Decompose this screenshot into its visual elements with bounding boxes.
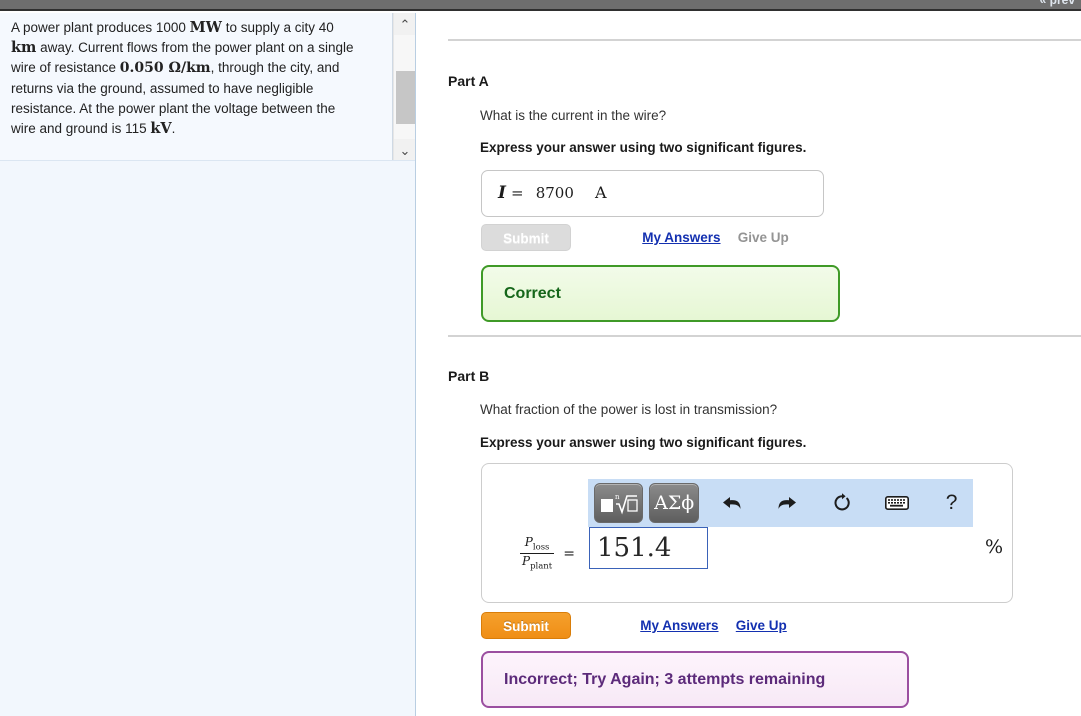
part-a-instruction: Express your answer using two significan…: [480, 140, 807, 155]
math-toolbar: n ΑΣϕ ?: [588, 479, 973, 527]
redo-button[interactable]: [766, 483, 809, 523]
undo-arrow-icon: [723, 497, 741, 509]
top-bar-segment: [0, 0, 1010, 9]
part-a-unit: A: [595, 183, 607, 202]
part-a-variable: I: [498, 183, 506, 203]
browser-top-bar: « prev: [0, 0, 1081, 11]
part-b-heading: Part B: [448, 368, 490, 384]
part-b-feedback-incorrect: Incorrect; Try Again; 3 attempts remaini…: [481, 651, 909, 708]
reset-button[interactable]: [821, 483, 864, 523]
part-a-give-up-link[interactable]: Give Up: [738, 230, 789, 245]
problem-segment-3: km: [11, 39, 37, 57]
part-a-value: 8700: [535, 184, 574, 202]
part-b-feedback-text: Incorrect; Try Again; 3 attempts remaini…: [504, 670, 826, 688]
part-b-divider: [448, 335, 1081, 337]
greek-symbols-label: ΑΣϕ: [654, 492, 695, 514]
fraction-denominator-var: P: [522, 554, 531, 569]
problem-segment-7: kV: [150, 120, 172, 138]
part-b-submit-button[interactable]: Submit: [481, 612, 571, 639]
part-a-heading: Part A: [448, 73, 489, 89]
part-b-instruction: Express your answer using two significan…: [480, 435, 807, 450]
svg-text:n: n: [615, 493, 620, 501]
undo-button[interactable]: [711, 483, 754, 523]
scroll-down-arrow-icon[interactable]: ⌄: [394, 139, 415, 160]
math-template-button[interactable]: n: [594, 483, 644, 523]
nth-root-icon: n: [600, 493, 638, 515]
answer-pane: Part A What is the current in the wire? …: [417, 13, 1081, 716]
part-b-unit-percent: %: [985, 536, 1004, 558]
part-a-feedback-correct: Correct: [481, 265, 840, 322]
part-a-submit-button[interactable]: Submit: [481, 224, 571, 251]
part-a-answer-content: I = 8700 A: [498, 183, 607, 203]
part-a-feedback-text: Correct: [504, 284, 561, 302]
problem-segment-8: .: [171, 121, 176, 137]
problem-statement-text: A power plant produces 1000 MW to supply…: [11, 18, 361, 139]
problem-segment-2: to supply a city 40: [221, 20, 334, 35]
fraction-equals: =: [563, 545, 575, 562]
part-a-submit-row: Submit My Answers Give Up: [481, 224, 789, 251]
problem-pane: A power plant produces 1000 MW to supply…: [0, 13, 416, 716]
greek-symbols-button[interactable]: ΑΣϕ: [649, 483, 699, 523]
problem-statement-box: A power plant produces 1000 MW to supply…: [0, 13, 415, 161]
fraction-numerator-var: P: [524, 535, 533, 549]
fraction-denominator: Pplant: [520, 553, 555, 572]
part-b-answer-input[interactable]: [589, 527, 708, 569]
problem-segment-0: A power plant produces 1000: [11, 20, 190, 35]
redo-arrow-icon: [778, 497, 797, 509]
part-a-divider: [448, 39, 1081, 41]
problem-scrollbar[interactable]: ⌃ ⌄: [393, 13, 415, 160]
part-b-submit-row: Submit My Answers Give Up: [481, 612, 787, 639]
prev-link[interactable]: « prev: [1040, 0, 1075, 7]
keyboard-button[interactable]: [875, 483, 918, 523]
fraction: Ploss Pplant: [520, 536, 555, 572]
help-button[interactable]: ?: [930, 483, 973, 523]
part-b-answer-container: n ΑΣϕ ? Ploss Pplant = 151.4 %: [481, 463, 1013, 603]
part-a-question: What is the current in the wire?: [480, 108, 667, 123]
fraction-denominator-sub: plant: [530, 561, 553, 572]
reset-circular-arrow-icon: [834, 493, 850, 511]
fraction-numerator-sub: loss: [532, 542, 550, 553]
problem-segment-1: MW: [189, 19, 222, 36]
fraction-numerator: Ploss: [523, 536, 552, 553]
part-b-my-answers-link[interactable]: My Answers: [640, 618, 718, 633]
part-b-give-up-link[interactable]: Give Up: [736, 618, 787, 633]
part-b-question: What fraction of the power is lost in tr…: [480, 402, 778, 417]
part-a-my-answers-link[interactable]: My Answers: [642, 230, 720, 245]
problem-segment-5: 0.050 Ω/km: [119, 60, 211, 77]
keyboard-icon: [884, 495, 909, 510]
scrollbar-thumb[interactable]: [396, 71, 415, 124]
scroll-up-arrow-icon[interactable]: ⌃: [394, 13, 415, 35]
part-b-fraction-label: Ploss Pplant =: [520, 536, 575, 572]
part-a-answer-box[interactable]: I = 8700 A: [481, 170, 824, 217]
part-a-equals: =: [511, 184, 524, 202]
